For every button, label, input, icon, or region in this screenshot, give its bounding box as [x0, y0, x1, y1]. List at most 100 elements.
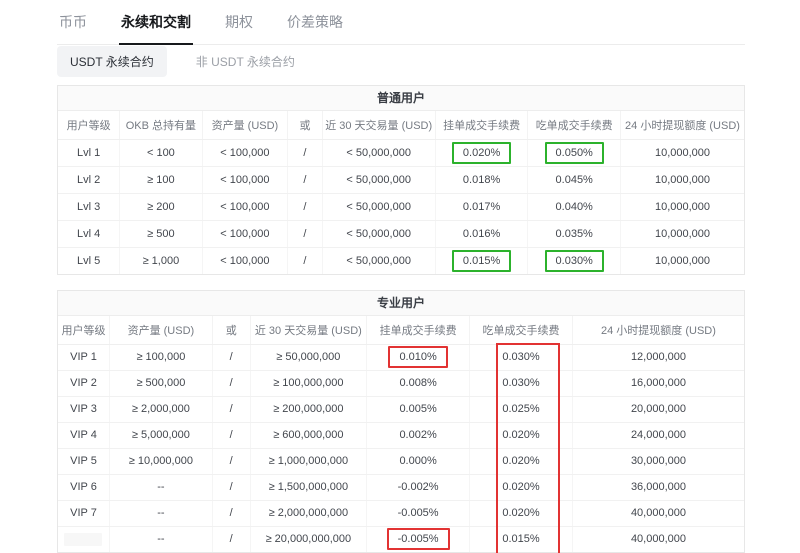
- table-cell: 0.015%: [435, 247, 528, 274]
- table-cell: VIP 2: [58, 370, 109, 396]
- tab-2[interactable]: 期权: [223, 6, 255, 45]
- table-row: VIP 3≥ 2,000,000/≥ 200,000,0000.005%0.02…: [58, 396, 744, 422]
- cell-placeholder: [64, 533, 102, 546]
- table-cell: 10,000,000: [621, 193, 745, 220]
- table-cell: Lvl 1: [58, 139, 120, 166]
- table-cell: 0.015%: [470, 526, 573, 552]
- table-row: Lvl 2≥ 100< 100,000/< 50,000,0000.018%0.…: [58, 166, 744, 193]
- table-cell: [58, 526, 109, 552]
- tab-bar: 币币永续和交割期权价差策略: [57, 6, 745, 45]
- table-cell: -0.005%: [367, 500, 470, 526]
- table-cell: 0.020%: [470, 500, 573, 526]
- table-cell: 0.017%: [435, 193, 528, 220]
- table-cell: Lvl 5: [58, 247, 120, 274]
- table-cell: 0.050%: [528, 139, 621, 166]
- table-row: Lvl 3≥ 200< 100,000/< 50,000,0000.017%0.…: [58, 193, 744, 220]
- pro-users-table-card: 专业用户 用户等级资产量 (USD)或近 30 天交易量 (USD)挂单成交手续…: [57, 290, 745, 553]
- table-cell: 0.020%: [470, 422, 573, 448]
- table-cell: < 100,000: [202, 193, 288, 220]
- table-cell: /: [212, 370, 250, 396]
- table-cell: Lvl 3: [58, 193, 120, 220]
- table-cell: 0.040%: [528, 193, 621, 220]
- table-cell: 0.030%: [528, 247, 621, 274]
- table-cell: ≥ 200,000,000: [250, 396, 367, 422]
- column-header: 24 小时提现额度 (USD): [621, 111, 745, 139]
- table-cell: ≥ 1,500,000,000: [250, 474, 367, 500]
- table-cell: ≥ 500,000: [109, 370, 212, 396]
- table-row: VIP 7--/≥ 2,000,000,000-0.005%0.020%40,0…: [58, 500, 744, 526]
- table-cell: 0.025%: [470, 396, 573, 422]
- table-cell: 36,000,000: [572, 474, 744, 500]
- green-annotation-box: 0.050%: [545, 142, 604, 164]
- subtab-1[interactable]: 非 USDT 永续合约: [183, 46, 308, 77]
- table-cell: /: [288, 139, 322, 166]
- table-cell: VIP 4: [58, 422, 109, 448]
- table-cell: ≥ 2,000,000,000: [250, 500, 367, 526]
- table-cell: < 100,000: [202, 166, 288, 193]
- table-cell: 0.016%: [435, 220, 528, 247]
- subtab-0[interactable]: USDT 永续合约: [57, 46, 167, 77]
- column-header: 资产量 (USD): [202, 111, 288, 139]
- header-row: 用户等级资产量 (USD)或近 30 天交易量 (USD)挂单成交手续费吃单成交…: [58, 316, 744, 344]
- table-cell: ≥ 10,000,000: [109, 448, 212, 474]
- table-cell: /: [212, 448, 250, 474]
- table-cell: 0.010%: [367, 344, 470, 370]
- column-header: 近 30 天交易量 (USD): [250, 316, 367, 344]
- table-cell: < 50,000,000: [322, 220, 435, 247]
- table-cell: --: [109, 500, 212, 526]
- table-cell: 0.030%: [470, 344, 573, 370]
- table-cell: 0.020%: [470, 474, 573, 500]
- table-row: VIP 1≥ 100,000/≥ 50,000,0000.010%0.030%1…: [58, 344, 744, 370]
- table-cell: 10,000,000: [621, 220, 745, 247]
- table-row: VIP 4≥ 5,000,000/≥ 600,000,0000.002%0.02…: [58, 422, 744, 448]
- table-cell: 10,000,000: [621, 139, 745, 166]
- table-cell: ≥ 500: [120, 220, 202, 247]
- table-cell: -0.005%: [367, 526, 470, 552]
- red-annotation-box: -0.005%: [387, 528, 450, 550]
- table-cell: < 100: [120, 139, 202, 166]
- table-cell: Lvl 4: [58, 220, 120, 247]
- table-cell: 16,000,000: [572, 370, 744, 396]
- tab-0[interactable]: 币币: [57, 6, 89, 45]
- table-cell: 0.020%: [435, 139, 528, 166]
- column-header: 吃单成交手续费: [528, 111, 621, 139]
- table-cell: ≥ 600,000,000: [250, 422, 367, 448]
- table-cell: /: [288, 220, 322, 247]
- table-cell: VIP 3: [58, 396, 109, 422]
- table-row: Lvl 5≥ 1,000< 100,000/< 50,000,0000.015%…: [58, 247, 744, 274]
- table-cell: 0.035%: [528, 220, 621, 247]
- table-cell: --: [109, 474, 212, 500]
- column-header: 或: [288, 111, 322, 139]
- table-row: VIP 2≥ 500,000/≥ 100,000,0000.008%0.030%…: [58, 370, 744, 396]
- tab-1[interactable]: 永续和交割: [119, 6, 193, 45]
- table-cell: < 100,000: [202, 139, 288, 166]
- column-header: 挂单成交手续费: [435, 111, 528, 139]
- table-cell: 0.018%: [435, 166, 528, 193]
- table-cell: VIP 1: [58, 344, 109, 370]
- header-row: 用户等级OKB 总持有量资产量 (USD)或近 30 天交易量 (USD)挂单成…: [58, 111, 744, 139]
- table-cell: /: [212, 344, 250, 370]
- red-annotation-box: 0.010%: [388, 346, 447, 368]
- table-cell: -0.002%: [367, 474, 470, 500]
- table-row: Lvl 1< 100< 100,000/< 50,000,0000.020%0.…: [58, 139, 744, 166]
- table-cell: VIP 6: [58, 474, 109, 500]
- table-cell: 0.000%: [367, 448, 470, 474]
- table-cell: /: [288, 166, 322, 193]
- table-cell: /: [212, 396, 250, 422]
- tab-3[interactable]: 价差策略: [285, 6, 345, 45]
- table-cell: < 50,000,000: [322, 247, 435, 274]
- table-cell: ≥ 100,000: [109, 344, 212, 370]
- table-cell: < 100,000: [202, 247, 288, 274]
- table-cell: < 100,000: [202, 220, 288, 247]
- table-cell: < 50,000,000: [322, 166, 435, 193]
- table-row: Lvl 4≥ 500< 100,000/< 50,000,0000.016%0.…: [58, 220, 744, 247]
- column-header: 吃单成交手续费: [470, 316, 573, 344]
- pro-users-fee-table: 用户等级资产量 (USD)或近 30 天交易量 (USD)挂单成交手续费吃单成交…: [58, 316, 744, 552]
- table-cell: 30,000,000: [572, 448, 744, 474]
- table-cell: /: [212, 422, 250, 448]
- table-cell: --: [109, 526, 212, 552]
- column-header: 或: [212, 316, 250, 344]
- table-cell: 0.020%: [470, 448, 573, 474]
- table-cell: ≥ 1,000,000,000: [250, 448, 367, 474]
- green-annotation-box: 0.015%: [452, 250, 511, 272]
